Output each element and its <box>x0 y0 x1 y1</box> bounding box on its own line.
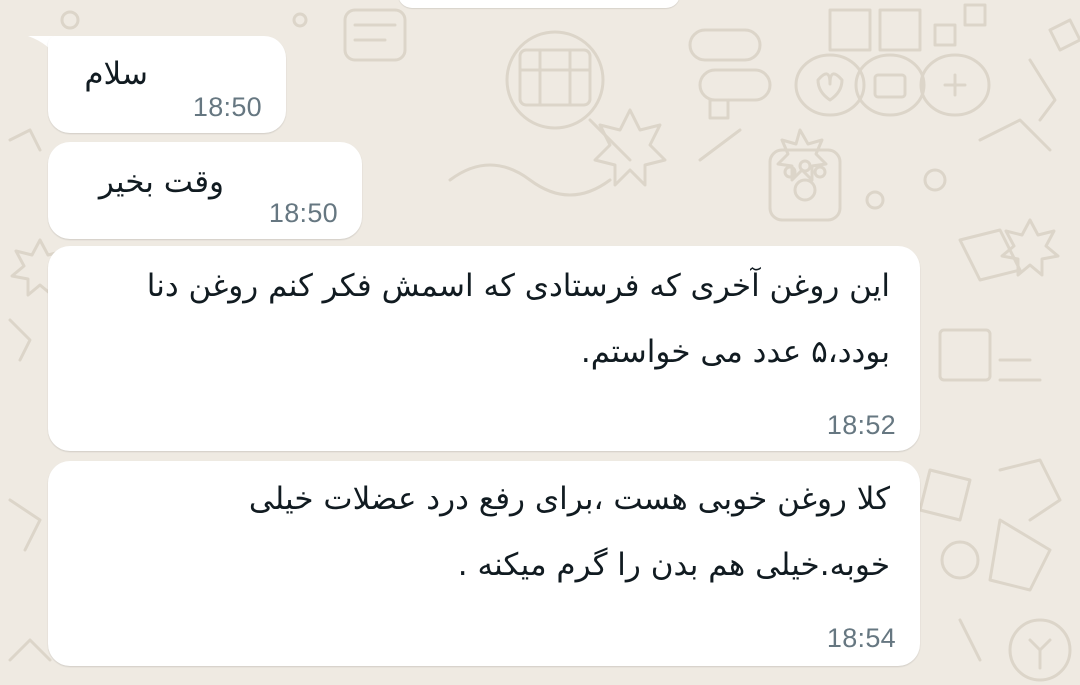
message-bubble[interactable]: این روغن آخری که فرستادی که اسمش فکر کنم… <box>48 246 920 451</box>
message-bubble[interactable]: کلا روغن خوبی هست ،برای رفع درد عضلات خی… <box>48 461 920 666</box>
message-text-line: کلا روغن خوبی هست ،برای رفع درد عضلات خی… <box>248 481 890 517</box>
message-text: وقت بخیر <box>98 164 224 200</box>
message-text-line: این روغن آخری که فرستادی که اسمش فکر کنم… <box>146 268 890 304</box>
message-time: 18:50 <box>268 198 338 228</box>
message-text: سلام <box>84 56 148 92</box>
message-time: 18:54 <box>826 623 896 653</box>
date-divider-pill <box>398 0 680 8</box>
message-text-line: بودد،۵ عدد می خواستم. <box>580 334 890 370</box>
message-bubble[interactable]: وقت بخیر 18:50 <box>48 142 362 239</box>
message-time: 18:50 <box>192 92 262 122</box>
message-time: 18:52 <box>826 410 896 440</box>
message-bubble[interactable]: سلام 18:50 <box>48 36 286 133</box>
message-text-line: خوبه.خیلی هم بدن را گرم میکنه . <box>457 547 890 583</box>
